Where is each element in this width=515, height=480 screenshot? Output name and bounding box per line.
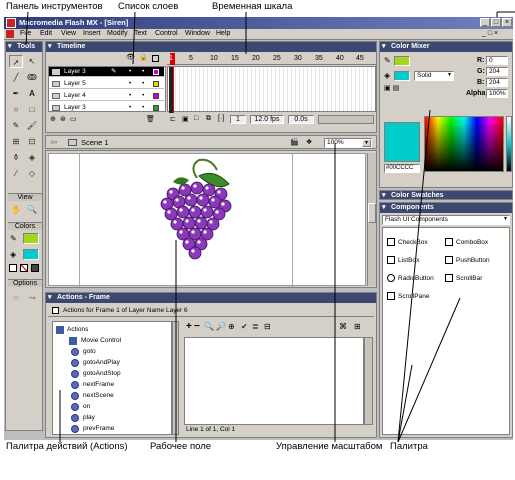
annotation-work-area: Рабочее поле — [150, 441, 212, 452]
annotation-palette: Палитра — [390, 441, 428, 452]
annotation-actions-palette: Палитра действий (Actions) — [6, 441, 128, 452]
annotation-leaders — [25, 11, 515, 443]
annotation-zoom-control: Управление масштабом — [276, 441, 383, 452]
